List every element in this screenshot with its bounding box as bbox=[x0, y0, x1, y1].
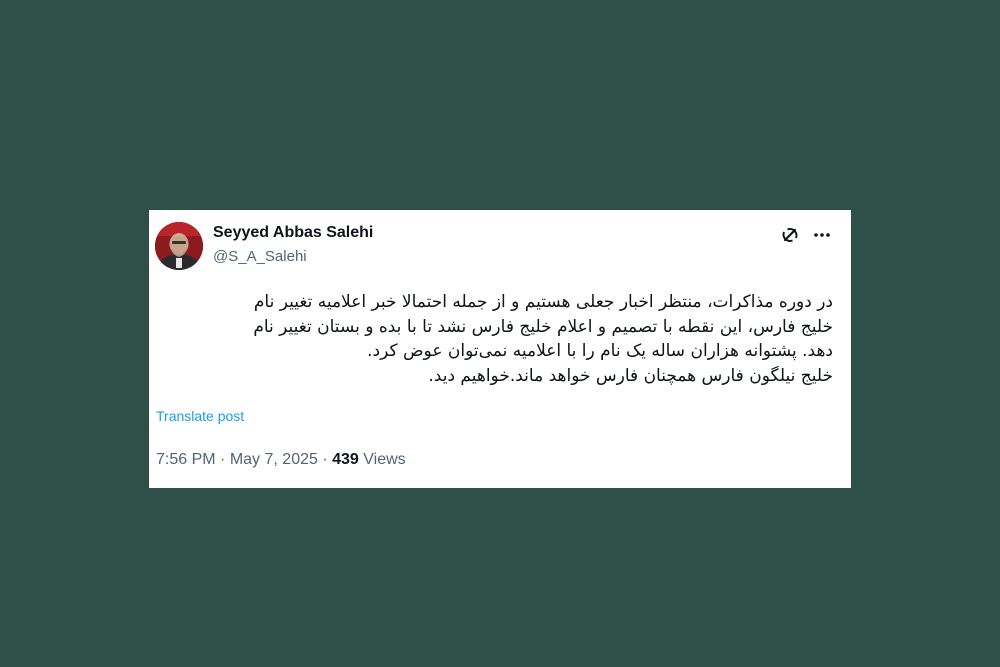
meta-separator: · bbox=[322, 451, 328, 468]
views-count: 439 bbox=[332, 451, 359, 468]
avatar-image bbox=[155, 222, 203, 270]
translate-post-link[interactable]: Translate post bbox=[156, 408, 244, 424]
avatar[interactable] bbox=[155, 222, 203, 270]
author-name[interactable]: Seyyed Abbas Salehi bbox=[213, 224, 373, 242]
tweet-meta: 7:56 PM · May 7, 2025 · 439 Views bbox=[156, 451, 406, 469]
tweet-text-line: خلیج فارس، این نقطه با تصمیم و اعلام خلی… bbox=[253, 316, 833, 337]
tweet-text-line: خلیج نیلگون فارس همچنان فارس خواهد ماند.… bbox=[428, 365, 833, 386]
tweet-text-line: دهد. پشتوانه هزاران ساله یک نام را با اع… bbox=[367, 341, 833, 361]
post-time[interactable]: 7:56 PM bbox=[156, 451, 216, 468]
tweet-text: در دوره مذاکرات، منتظر اخبار جعلی هستیم … bbox=[157, 290, 833, 388]
grok-icon[interactable] bbox=[779, 224, 801, 246]
meta-separator: · bbox=[220, 451, 226, 468]
more-options-icon[interactable] bbox=[811, 224, 833, 246]
views-label: Views bbox=[363, 451, 406, 468]
post-date[interactable]: May 7, 2025 bbox=[230, 451, 318, 468]
tweet-card: Seyyed Abbas Salehi @S_A_Salehi در دوره … bbox=[149, 210, 851, 488]
author-handle[interactable]: @S_A_Salehi bbox=[213, 248, 307, 265]
tweet-text-line: در دوره مذاکرات، منتظر اخبار جعلی هستیم … bbox=[253, 292, 833, 312]
